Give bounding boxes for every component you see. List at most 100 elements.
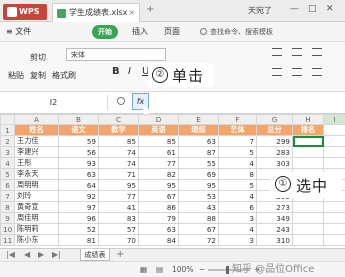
zoom-slider-thumb[interactable] <box>226 266 229 274</box>
table-cell[interactable]: 69 <box>178 168 219 180</box>
table-cell[interactable]: 85 <box>98 135 139 147</box>
menu-start[interactable]: 开始 <box>92 25 118 39</box>
row-number[interactable]: 6 <box>0 179 15 191</box>
cut-button[interactable]: 剪切 <box>30 52 46 63</box>
table-cell[interactable]: 72 <box>178 234 219 246</box>
table-cell[interactable]: 3 <box>218 234 257 246</box>
table-cell[interactable]: 周明明 <box>14 179 59 191</box>
first-sheet-icon[interactable]: |◀ <box>6 250 15 259</box>
italic-button[interactable]: I <box>128 66 131 77</box>
paste-button[interactable]: 粘贴 <box>8 70 24 81</box>
table-cell[interactable]: 243 <box>256 223 293 235</box>
table-cell[interactable] <box>292 157 324 169</box>
name-box[interactable]: I2 <box>0 95 108 110</box>
row-number[interactable]: 1 <box>0 124 15 136</box>
header-cell[interactable]: 语文 <box>58 124 99 136</box>
table-cell[interactable]: 310 <box>256 234 293 246</box>
minimize-icon[interactable]: — <box>290 4 299 14</box>
table-cell[interactable]: 96 <box>58 212 99 224</box>
table-cell[interactable]: 63 <box>178 135 219 147</box>
col-header-b[interactable]: B <box>58 114 99 125</box>
table-cell[interactable]: 7 <box>218 135 257 147</box>
table-cell[interactable]: 41 <box>98 201 139 213</box>
table-cell[interactable]: 4 <box>218 223 257 235</box>
table-cell[interactable] <box>292 212 324 224</box>
align-right-icon[interactable] <box>312 68 322 76</box>
align-left-icon[interactable] <box>272 68 282 76</box>
table-cell[interactable]: 5 <box>218 146 257 158</box>
zoom-icon[interactable] <box>117 97 125 105</box>
header-cell[interactable]: 数学 <box>98 124 139 136</box>
last-sheet-icon[interactable]: ▶| <box>52 250 61 259</box>
table-cell[interactable]: 95 <box>178 179 219 191</box>
menu-file[interactable]: ≡ 文件 <box>6 26 31 37</box>
table-cell[interactable]: 95 <box>138 179 179 191</box>
menu-insert[interactable]: 插入 <box>132 26 148 37</box>
col-header-h[interactable]: H <box>292 114 324 125</box>
table-cell[interactable]: 67 <box>138 190 179 202</box>
table-cell[interactable]: 81 <box>58 234 99 246</box>
prev-sheet-icon[interactable]: ◀ <box>24 250 30 259</box>
table-cell[interactable]: 87 <box>178 146 219 158</box>
table-cell[interactable]: 59 <box>58 135 99 147</box>
table-cell[interactable]: 283 <box>256 146 293 158</box>
col-header-a[interactable]: A <box>14 114 59 125</box>
table-cell[interactable]: 56 <box>58 146 99 158</box>
align-center-icon[interactable] <box>292 68 302 76</box>
table-cell[interactable] <box>292 223 324 235</box>
table-cell[interactable]: 67 <box>178 223 219 235</box>
next-sheet-icon[interactable]: ▶ <box>38 250 44 259</box>
table-cell[interactable]: 95 <box>98 179 139 191</box>
header-cell[interactable]: 排名 <box>292 124 324 136</box>
table-cell[interactable]: 43 <box>178 201 219 213</box>
table-cell[interactable]: 李永天 <box>14 168 59 180</box>
row-number[interactable]: 4 <box>0 157 15 169</box>
table-cell[interactable] <box>323 201 345 213</box>
table-cell[interactable] <box>323 124 345 136</box>
table-cell[interactable]: 303 <box>256 157 293 169</box>
bold-button[interactable]: B <box>112 66 120 77</box>
table-cell[interactable] <box>323 135 345 147</box>
zoom-level[interactable]: 100% <box>172 265 193 274</box>
header-cell[interactable]: 总分 <box>256 124 293 136</box>
add-sheet-button[interactable]: + <box>116 249 124 260</box>
close-tab-icon[interactable]: × <box>128 4 135 22</box>
align-top-icon[interactable] <box>272 48 282 56</box>
table-cell[interactable] <box>323 146 345 158</box>
col-header-d[interactable]: D <box>138 114 179 125</box>
row-number[interactable]: 9 <box>0 212 15 224</box>
header-cell[interactable]: 英语 <box>138 124 179 136</box>
align-middle-icon[interactable] <box>292 48 302 56</box>
table-cell[interactable]: 陈明莉 <box>14 223 59 235</box>
table-cell[interactable]: 3 <box>218 212 257 224</box>
header-cell[interactable]: 理综 <box>178 124 219 136</box>
format-painter-button[interactable]: 格式刷 <box>52 70 76 81</box>
table-cell[interactable]: 85 <box>138 135 179 147</box>
table-cell[interactable]: 王力佳 <box>14 135 59 147</box>
align-bottom-icon[interactable] <box>312 48 322 56</box>
command-search[interactable]: 查找命令、搜索模板 <box>200 25 328 39</box>
table-cell[interactable]: 74 <box>98 157 139 169</box>
table-cell[interactable]: 273 <box>256 201 293 213</box>
table-cell[interactable]: 5 <box>218 179 257 191</box>
row-number[interactable]: 3 <box>0 146 15 158</box>
table-cell[interactable] <box>292 234 324 246</box>
table-cell[interactable]: 82 <box>138 168 179 180</box>
col-header-f[interactable]: F <box>218 114 257 125</box>
table-cell[interactable]: 8 <box>218 168 257 180</box>
sheet-tab[interactable]: 成绩表 <box>80 249 110 261</box>
table-cell[interactable]: 92 <box>58 190 99 202</box>
header-cell[interactable]: 姓名 <box>14 124 59 136</box>
corner-cell[interactable] <box>0 114 15 125</box>
table-cell[interactable]: 83 <box>98 212 139 224</box>
row-number[interactable]: 11 <box>0 234 15 246</box>
table-cell[interactable]: 53 <box>178 190 219 202</box>
table-cell[interactable]: 4 <box>218 157 257 169</box>
header-cell[interactable]: 艺体 <box>218 124 257 136</box>
table-cell[interactable]: 71 <box>98 168 139 180</box>
table-cell[interactable]: 55 <box>178 157 219 169</box>
view-page-icon[interactable]: ▤ <box>156 265 163 274</box>
table-cell[interactable]: 77 <box>138 157 179 169</box>
table-cell[interactable]: 6 <box>218 201 257 213</box>
font-name-select[interactable]: 宋体 <box>66 48 166 61</box>
